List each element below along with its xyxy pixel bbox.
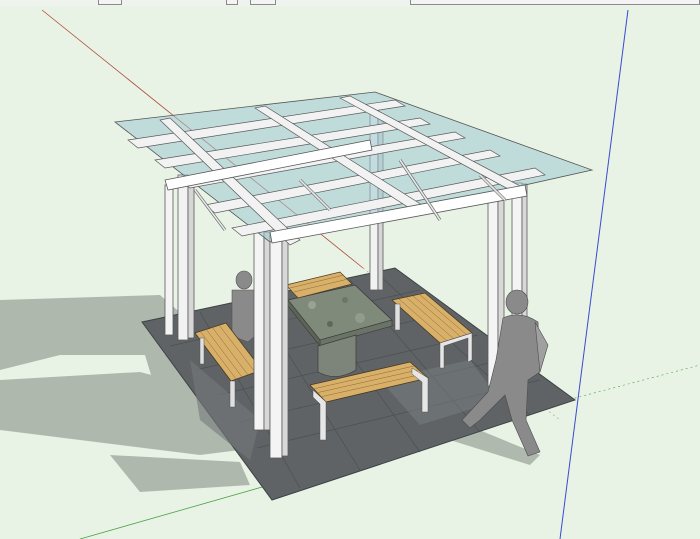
modeling-viewport[interactable] bbox=[0, 0, 700, 539]
blue-axis bbox=[559, 9, 629, 539]
model-scene[interactable] bbox=[0, 0, 700, 539]
green-axis-dotted bbox=[559, 364, 700, 403]
